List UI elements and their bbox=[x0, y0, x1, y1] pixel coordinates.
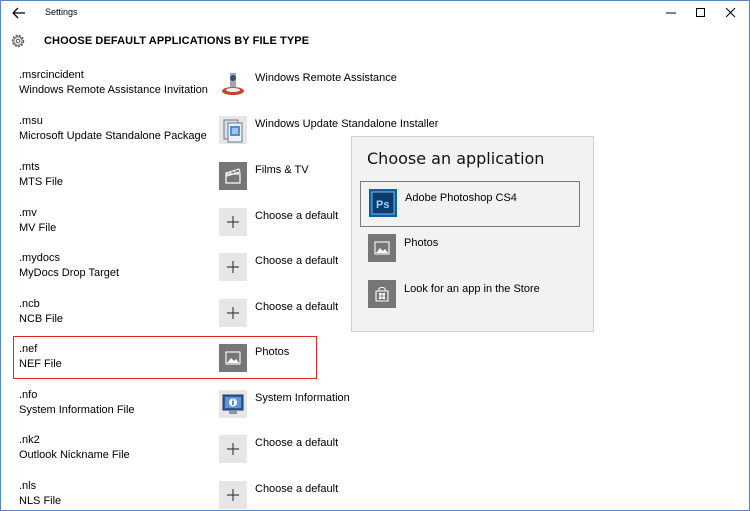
file-type-description: MTS File bbox=[19, 176, 63, 188]
file-type-row-nk2: .nk2 Outlook Nickname File Choose a defa… bbox=[1, 434, 741, 474]
settings-gear-icon bbox=[9, 32, 27, 50]
file-type-description: Outlook Nickname File bbox=[19, 449, 130, 461]
file-type-description: NLS File bbox=[19, 495, 62, 507]
films-tv-icon[interactable] bbox=[219, 162, 247, 190]
selection-highlight-box bbox=[13, 336, 317, 379]
app-option-label: Photos bbox=[404, 237, 439, 249]
file-type-description: MyDocs Drop Target bbox=[19, 267, 120, 279]
file-type-row-msrcincident: .msrcincident Windows Remote Assistance … bbox=[1, 69, 741, 109]
default-app-button[interactable]: Windows Update Standalone Installer bbox=[255, 118, 438, 130]
system-information-icon[interactable] bbox=[219, 390, 247, 418]
file-type-row-nls: .nls NLS File Choose a default bbox=[1, 480, 741, 510]
file-type-description: Windows Remote Assistance Invitation bbox=[19, 84, 208, 96]
choose-default-button[interactable]: Choose a default bbox=[255, 437, 338, 449]
remote-assistance-icon[interactable] bbox=[219, 70, 247, 98]
back-button[interactable] bbox=[9, 4, 29, 22]
photoshop-icon: Ps bbox=[369, 189, 397, 217]
choose-default-button[interactable]: Choose a default bbox=[255, 301, 338, 313]
page-title: CHOOSE DEFAULT APPLICATIONS BY FILE TYPE bbox=[44, 35, 310, 47]
app-option-label: Look for an app in the Store bbox=[404, 283, 540, 295]
plus-icon[interactable] bbox=[219, 253, 247, 281]
app-option-label: Adobe Photoshop CS4 bbox=[405, 192, 517, 204]
close-button[interactable] bbox=[716, 3, 746, 23]
file-type-description: MV File bbox=[19, 222, 57, 234]
title-bar: Settings bbox=[1, 1, 749, 25]
plus-icon[interactable] bbox=[219, 481, 247, 509]
choose-default-button[interactable]: Choose a default bbox=[255, 210, 338, 222]
minimize-icon bbox=[666, 12, 676, 14]
file-extension: .mydocs bbox=[19, 252, 60, 264]
minimize-button[interactable] bbox=[656, 3, 686, 23]
file-type-description: Microsoft Update Standalone Package bbox=[19, 130, 207, 142]
plus-icon[interactable] bbox=[219, 435, 247, 463]
plus-icon[interactable] bbox=[219, 208, 247, 236]
file-extension: .mv bbox=[19, 207, 37, 219]
back-arrow-icon bbox=[12, 7, 25, 19]
default-app-button[interactable]: Films & TV bbox=[255, 164, 309, 176]
window-title: Settings bbox=[45, 7, 78, 17]
choose-application-flyout: Choose an application Ps Adobe Photoshop… bbox=[351, 136, 594, 332]
file-type-description: System Information File bbox=[19, 404, 135, 416]
choose-default-button[interactable]: Choose a default bbox=[255, 483, 338, 495]
file-extension: .mts bbox=[19, 161, 40, 173]
close-icon bbox=[726, 8, 736, 18]
file-extension: .nk2 bbox=[19, 434, 40, 446]
default-app-button[interactable]: System Information bbox=[255, 392, 350, 404]
svg-text:Ps: Ps bbox=[376, 199, 389, 211]
file-type-row-nfo: .nfo System Information File System Info… bbox=[1, 389, 741, 429]
settings-window: Settings CHOOSE DEFAULT APPLICATIONS BY … bbox=[0, 0, 750, 511]
file-extension: .msrcincident bbox=[19, 69, 84, 81]
photos-icon bbox=[368, 234, 396, 262]
plus-icon[interactable] bbox=[219, 299, 247, 327]
update-installer-icon[interactable] bbox=[219, 116, 247, 144]
maximize-icon bbox=[696, 8, 705, 17]
app-option-photos[interactable]: Photos bbox=[360, 227, 578, 271]
flyout-title: Choose an application bbox=[367, 149, 545, 168]
default-app-button[interactable]: Windows Remote Assistance bbox=[255, 72, 397, 84]
choose-default-button[interactable]: Choose a default bbox=[255, 255, 338, 267]
file-extension: .ncb bbox=[19, 298, 40, 310]
store-icon bbox=[368, 280, 396, 308]
file-extension: .nls bbox=[19, 480, 37, 492]
file-extension: .msu bbox=[19, 115, 43, 127]
file-type-description: NCB File bbox=[19, 313, 64, 325]
app-option-adobe-photoshop-cs4[interactable]: Ps Adobe Photoshop CS4 bbox=[360, 181, 580, 227]
file-extension: .nfo bbox=[19, 389, 38, 401]
app-option-store[interactable]: Look for an app in the Store bbox=[360, 273, 578, 317]
maximize-button[interactable] bbox=[686, 3, 716, 23]
